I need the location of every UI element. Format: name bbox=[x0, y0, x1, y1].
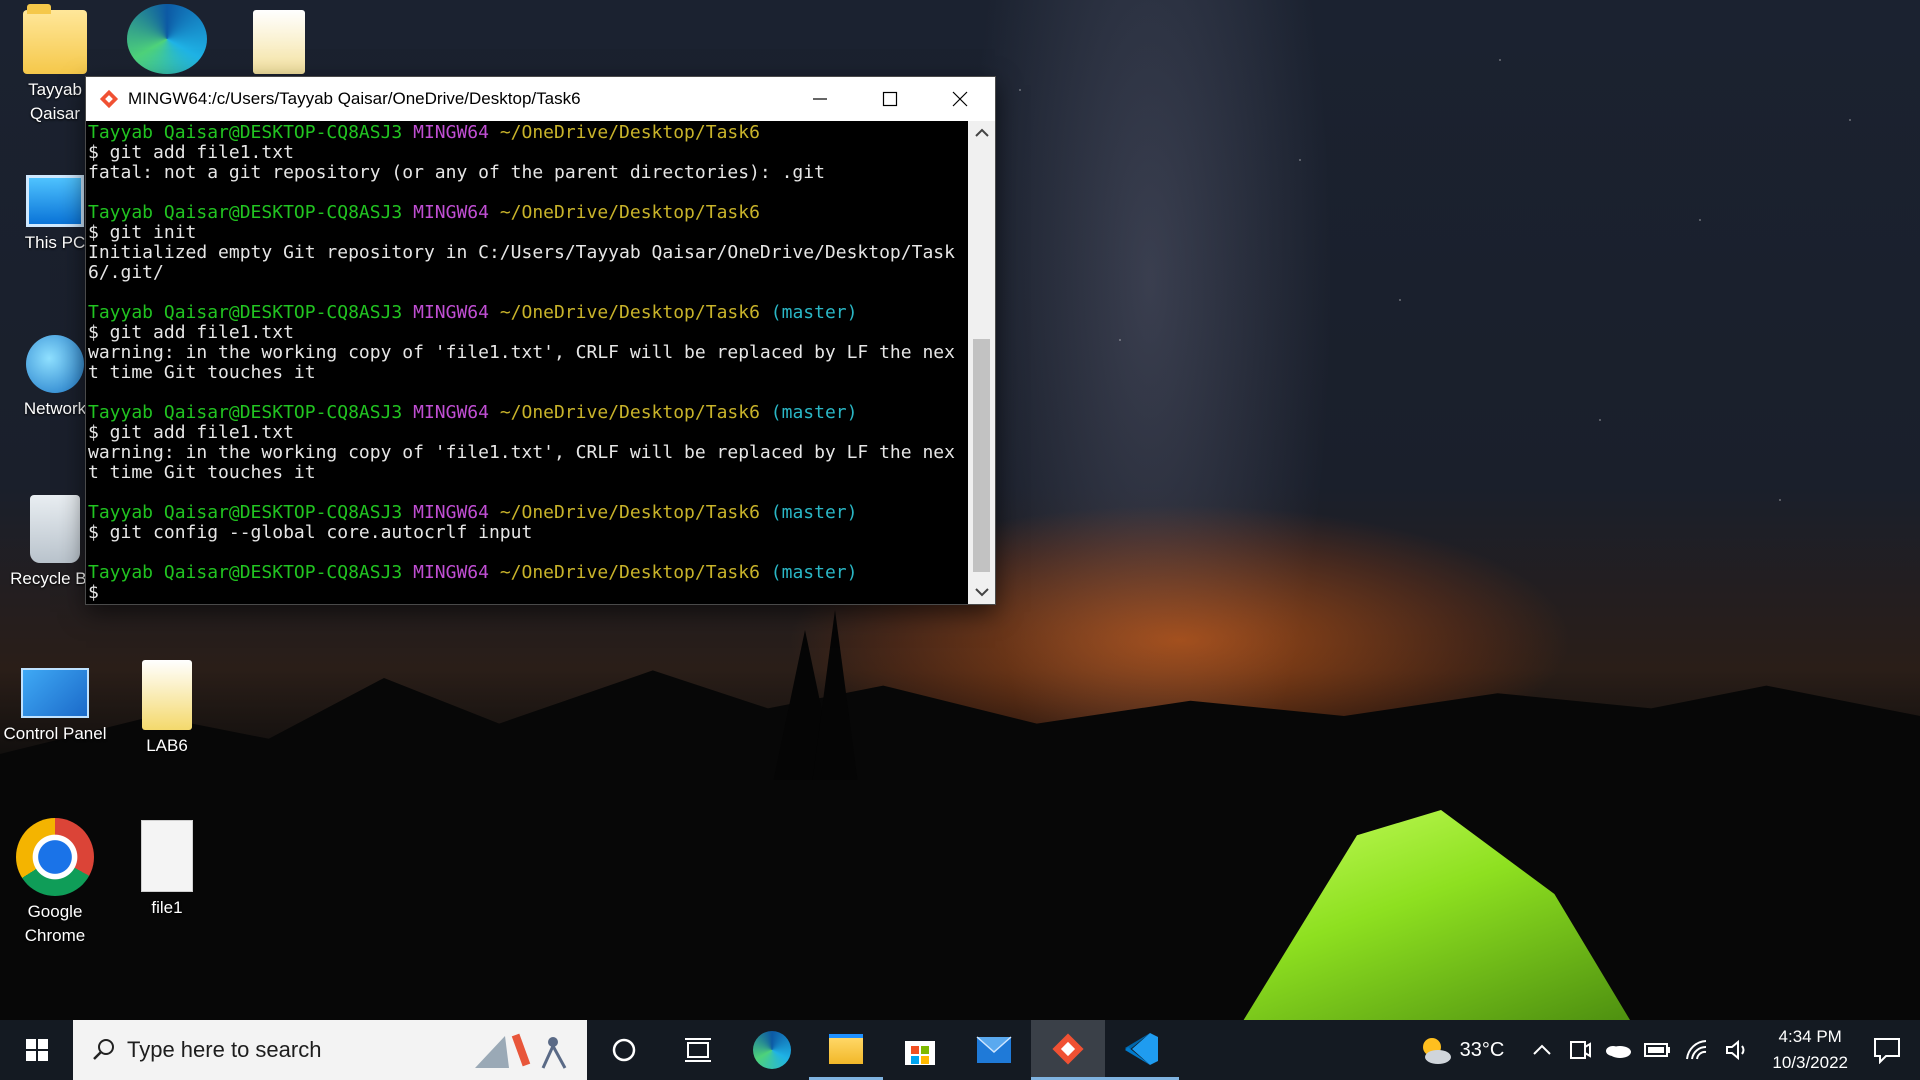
windows-icon bbox=[25, 1039, 48, 1061]
prompt-line: Tayyab Qaisar@DESKTOP-CQ8ASJ3 MINGW64 ~/… bbox=[88, 402, 858, 423]
search-highlight-icon bbox=[475, 1033, 567, 1069]
taskbar-mail[interactable] bbox=[957, 1020, 1031, 1080]
vertical-scrollbar[interactable] bbox=[968, 121, 995, 604]
taskbar-file-explorer[interactable] bbox=[809, 1020, 883, 1080]
output-line: 6/.git/ bbox=[88, 262, 164, 283]
command-line: $ git add file1.txt bbox=[88, 422, 294, 443]
output-line: fatal: not a git repository (or any of t… bbox=[88, 162, 825, 183]
wallpaper-mountains bbox=[0, 670, 1920, 1020]
prompt-line: Tayyab Qaisar@DESKTOP-CQ8ASJ3 MINGW64 ~/… bbox=[88, 502, 858, 523]
folder-icon bbox=[253, 10, 305, 74]
taskbar-vscode[interactable] bbox=[1105, 1020, 1179, 1080]
taskbar-git-bash[interactable] bbox=[1031, 1020, 1105, 1080]
desktop-icon-file1[interactable]: file1 bbox=[112, 820, 222, 920]
command-line: $ bbox=[88, 582, 99, 603]
edge-icon bbox=[753, 1031, 791, 1069]
chrome-icon bbox=[16, 818, 94, 896]
git-bash-icon bbox=[1052, 1032, 1084, 1065]
task-view-icon bbox=[685, 1038, 711, 1062]
output-line: warning: in the working copy of 'file1.t… bbox=[88, 342, 955, 363]
desktop-icon-edge[interactable] bbox=[112, 4, 222, 78]
volume-icon[interactable] bbox=[1724, 1039, 1752, 1061]
user-folder-icon bbox=[23, 4, 87, 74]
minimize-icon bbox=[813, 98, 827, 100]
onedrive-icon[interactable] bbox=[1604, 1040, 1632, 1060]
weather-temperature: 33°C bbox=[1459, 1038, 1505, 1061]
taskbar-edge[interactable] bbox=[735, 1020, 809, 1080]
file-explorer-icon bbox=[829, 1033, 863, 1064]
edge-icon bbox=[127, 4, 207, 74]
desktop-icon-chrome[interactable]: Google Chrome bbox=[0, 818, 110, 948]
chevron-up-icon[interactable] bbox=[1530, 1040, 1554, 1060]
terminal-output[interactable]: Tayyab Qaisar@DESKTOP-CQ8ASJ3 MINGW64 ~/… bbox=[86, 121, 967, 604]
blank-line: ​ bbox=[88, 543, 967, 563]
output-line: t time Git touches it bbox=[88, 462, 316, 483]
cortana-icon bbox=[612, 1038, 636, 1062]
computer-icon bbox=[26, 175, 84, 227]
weather-widget[interactable]: 33°C bbox=[1418, 1035, 1505, 1065]
window-titlebar[interactable]: MINGW64:/c/Users/Tayyab Qaisar/OneDrive/… bbox=[86, 77, 995, 121]
blank-line: ​ bbox=[88, 183, 967, 203]
git-bash-window[interactable]: MINGW64:/c/Users/Tayyab Qaisar/OneDrive/… bbox=[86, 77, 995, 604]
command-line: $ git config --global core.autocrlf inpu… bbox=[88, 522, 533, 543]
git-bash-icon bbox=[99, 89, 119, 109]
close-icon bbox=[952, 91, 968, 107]
scroll-up-button[interactable] bbox=[968, 121, 995, 145]
folder-icon bbox=[142, 660, 192, 730]
prompt-line: Tayyab Qaisar@DESKTOP-CQ8ASJ3 MINGW64 ~/… bbox=[88, 302, 858, 323]
store-icon bbox=[905, 1041, 935, 1065]
output-line: warning: in the working copy of 'file1.t… bbox=[88, 442, 955, 463]
blank-line: ​ bbox=[88, 383, 967, 403]
mail-icon bbox=[976, 1036, 1012, 1063]
clock[interactable]: 4:34 PM 10/3/2022 bbox=[1772, 1024, 1848, 1076]
weather-sun-cloud-icon bbox=[1422, 1038, 1451, 1064]
command-line: $ git init bbox=[88, 222, 197, 243]
search-placeholder: Type here to search bbox=[127, 1037, 322, 1062]
maximize-button[interactable] bbox=[855, 77, 925, 121]
vscode-icon bbox=[1125, 1032, 1158, 1065]
desktop-icon-label: Control Panel bbox=[3, 724, 107, 743]
taskbar-search-box[interactable]: Type here to search bbox=[73, 1020, 587, 1080]
cortana-button[interactable] bbox=[587, 1020, 661, 1080]
window-title: MINGW64:/c/Users/Tayyab Qaisar/OneDrive/… bbox=[128, 89, 581, 108]
chevron-down-icon bbox=[974, 588, 989, 597]
system-tray: 33°C 4:34 PM 10/3/2022 bbox=[1418, 1020, 1920, 1080]
scroll-thumb[interactable] bbox=[973, 339, 990, 572]
notifications-icon[interactable] bbox=[1872, 1036, 1902, 1064]
blank-line: ​ bbox=[88, 483, 967, 503]
blank-line: ​ bbox=[88, 283, 967, 303]
task-view-button[interactable] bbox=[661, 1020, 735, 1080]
search-icon bbox=[93, 1039, 114, 1060]
output-line: t time Git touches it bbox=[88, 362, 316, 383]
command-line: $ git add file1.txt bbox=[88, 322, 294, 343]
prompt-line: Tayyab Qaisar@DESKTOP-CQ8ASJ3 MINGW64 ~/… bbox=[88, 122, 760, 143]
clock-time: 4:34 PM bbox=[1778, 1027, 1842, 1046]
output-line: Initialized empty Git repository in C:/U… bbox=[88, 242, 955, 263]
text-file-icon bbox=[141, 820, 193, 892]
scroll-down-button[interactable] bbox=[968, 580, 995, 604]
network-icon bbox=[26, 335, 84, 393]
maximize-icon bbox=[882, 91, 898, 107]
desktop-icon-label: file1 bbox=[151, 898, 183, 917]
battery-icon[interactable] bbox=[1644, 1041, 1672, 1059]
wifi-icon[interactable] bbox=[1684, 1039, 1712, 1061]
prompt-line: Tayyab Qaisar@DESKTOP-CQ8ASJ3 MINGW64 ~/… bbox=[88, 202, 760, 223]
recycle-bin-icon bbox=[30, 495, 80, 563]
desktop-icon-control-panel[interactable]: Control Panel bbox=[0, 668, 110, 746]
minimize-button[interactable] bbox=[785, 77, 855, 121]
clock-date: 10/3/2022 bbox=[1772, 1053, 1848, 1072]
command-line: $ git add file1.txt bbox=[88, 142, 294, 163]
chevron-up-icon bbox=[974, 128, 989, 137]
desktop-icon-lab6[interactable]: LAB6 bbox=[112, 660, 222, 758]
desktop-icon-folder[interactable] bbox=[224, 10, 334, 78]
desktop-icon-label: Google Chrome bbox=[24, 902, 86, 945]
taskbar-store[interactable] bbox=[883, 1020, 957, 1080]
meet-now-icon[interactable] bbox=[1568, 1039, 1592, 1061]
control-panel-icon bbox=[21, 668, 89, 718]
start-button[interactable] bbox=[0, 1020, 73, 1080]
desktop-icon-label: Tayyab Qaisar bbox=[28, 80, 82, 123]
close-button[interactable] bbox=[925, 77, 995, 121]
prompt-line: Tayyab Qaisar@DESKTOP-CQ8ASJ3 MINGW64 ~/… bbox=[88, 562, 858, 583]
desktop-icon-label: LAB6 bbox=[146, 736, 188, 755]
